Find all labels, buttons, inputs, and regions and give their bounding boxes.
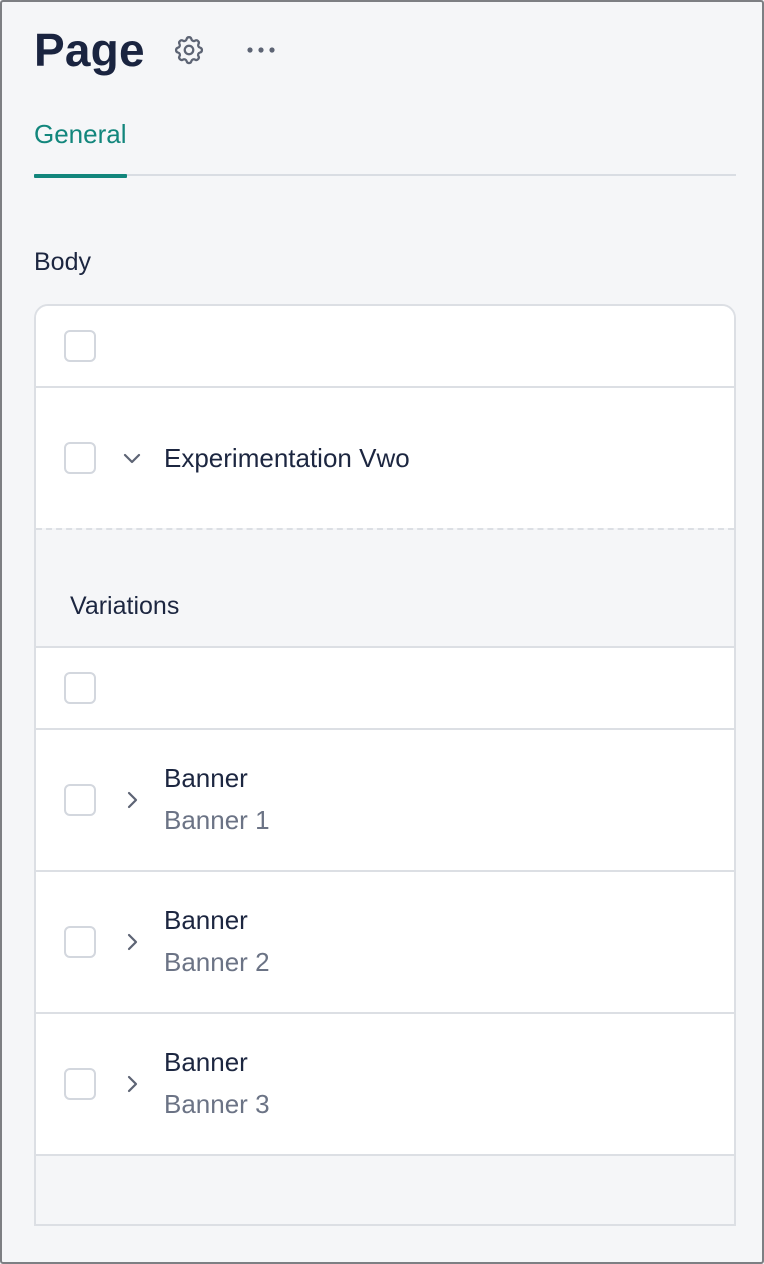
list-item[interactable]: Banner Banner 1	[36, 730, 734, 872]
list-footer	[36, 1156, 734, 1224]
variation-name: Banner 3	[164, 1089, 270, 1119]
expand-toggle[interactable]	[118, 444, 146, 472]
variations-group-header: Variations	[36, 528, 734, 648]
variation-name: Banner 1	[164, 805, 270, 835]
gear-icon	[174, 36, 203, 65]
variation-type: Banner	[164, 1047, 248, 1077]
experiment-title: Experimentation Vwo	[164, 443, 410, 473]
expand-toggle[interactable]	[118, 786, 146, 814]
expand-toggle[interactable]	[118, 928, 146, 956]
more-horizontal-icon	[247, 47, 275, 53]
expand-toggle[interactable]	[118, 1070, 146, 1098]
chevron-right-icon	[127, 791, 138, 809]
experiment-checkbox[interactable]	[64, 442, 96, 474]
variation-type: Banner	[164, 763, 248, 793]
page-header: Page	[34, 22, 281, 78]
list-item[interactable]: Banner Banner 2	[36, 872, 734, 1014]
settings-button[interactable]	[169, 30, 209, 70]
variation-checkbox[interactable]	[64, 1068, 96, 1100]
more-options-button[interactable]	[241, 30, 281, 70]
list-item[interactable]: Banner Banner 3	[36, 1014, 734, 1156]
body-section-label: Body	[34, 248, 91, 276]
chevron-down-icon	[123, 453, 141, 464]
tab-bar: General	[34, 110, 736, 178]
experiment-row[interactable]: Experimentation Vwo	[36, 388, 734, 530]
page-title: Page	[34, 24, 145, 76]
variations-header-row	[36, 648, 734, 730]
variation-checkbox[interactable]	[64, 926, 96, 958]
variations-select-all-checkbox[interactable]	[64, 672, 96, 704]
list-header-row	[36, 306, 734, 388]
body-content-list: Experimentation Vwo Variations Banner Ba…	[34, 304, 736, 1226]
select-all-checkbox[interactable]	[64, 330, 96, 362]
variation-name: Banner 2	[164, 947, 270, 977]
chevron-right-icon	[127, 933, 138, 951]
chevron-right-icon	[127, 1075, 138, 1093]
variation-type: Banner	[164, 905, 248, 935]
variation-checkbox[interactable]	[64, 784, 96, 816]
variations-label: Variations	[70, 592, 180, 620]
tab-general[interactable]: General	[34, 110, 127, 178]
